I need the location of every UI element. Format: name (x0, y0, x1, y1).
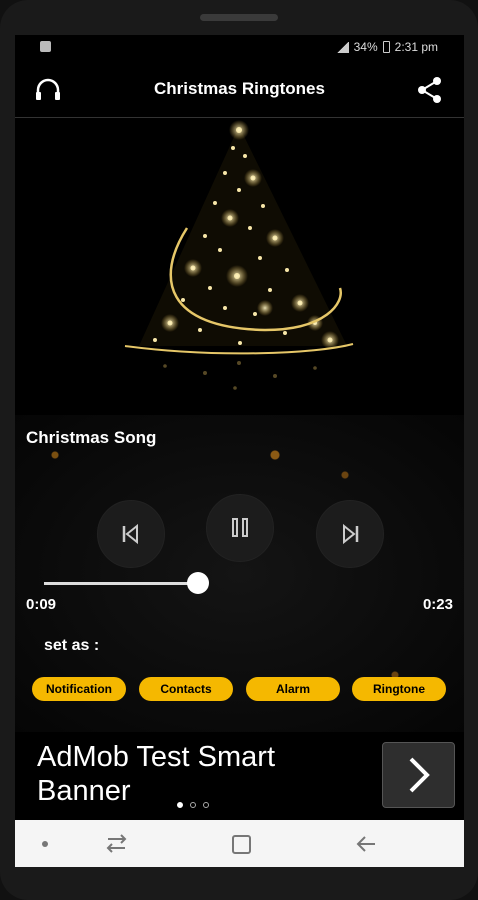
ad-open-button[interactable] (382, 742, 455, 808)
set-as-alarm-button[interactable]: Alarm (246, 677, 340, 701)
set-as-contacts-button[interactable]: Contacts (139, 677, 233, 701)
battery-level: 34% (353, 40, 378, 54)
player-panel: Christmas Song 0:09 0:23 set as: Notifi… (15, 415, 464, 732)
previous-icon (122, 523, 138, 545)
app-bar: Christmas Ringtones (15, 61, 464, 117)
set-as-label: set as : (44, 637, 100, 654)
page-dot (203, 802, 209, 808)
battery-icon (382, 41, 390, 53)
home-icon (232, 835, 251, 854)
notification-icon (40, 41, 51, 52)
ad-page-indicator (177, 802, 209, 808)
song-title: Christmas Song (26, 428, 157, 447)
christmas-tree-image (15, 118, 464, 415)
recent-apps-icon (106, 834, 127, 853)
previous-button[interactable] (97, 500, 165, 568)
share-icon[interactable] (415, 75, 445, 105)
next-icon (343, 523, 359, 545)
total-time: 0:23 (422, 596, 453, 613)
status-bar: 34% 2:31 pm (15, 35, 464, 61)
set-as-ringtone-button[interactable]: Ringtone (352, 677, 446, 701)
system-nav-bar (15, 820, 464, 867)
nav-dot-icon (42, 841, 48, 847)
set-as-notification-button[interactable]: Notification (32, 677, 126, 701)
page-title: Christmas Ringtones (154, 79, 325, 98)
signal-icon (336, 41, 349, 53)
current-time: 0:09 (26, 596, 57, 613)
chevron-right-icon (409, 757, 430, 793)
christmas-tree-artwork (124, 120, 354, 390)
clock: 2:31 pm (394, 40, 438, 54)
seek-bar-progress (44, 582, 198, 585)
speaker-grille (200, 14, 278, 21)
screen: 34% 2:31 pm Christmas Ringtones Christma… (15, 35, 464, 867)
pause-button[interactable] (206, 494, 274, 562)
page-dot (190, 802, 196, 808)
page-dot (177, 802, 183, 808)
next-button[interactable] (316, 500, 384, 568)
ad-text: AdMob Test Smart Banner (37, 741, 276, 807)
seek-bar-thumb[interactable] (186, 572, 209, 594)
pause-icon (232, 518, 248, 537)
status-icons: 34% 2:31 pm (336, 40, 438, 54)
phone-frame: 34% 2:31 pm Christmas Ringtones Christma… (0, 0, 478, 900)
back-icon (356, 836, 375, 852)
